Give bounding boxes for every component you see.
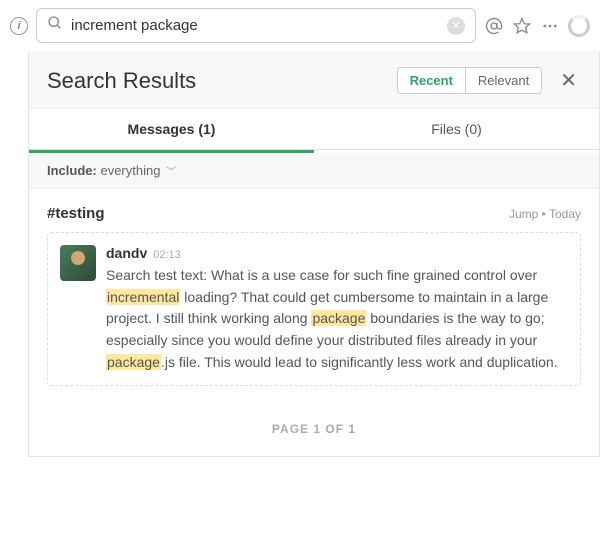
- filter-label: Include:: [47, 163, 97, 178]
- sort-relevant-button[interactable]: Relevant: [465, 68, 541, 93]
- highlight: package: [106, 354, 161, 370]
- sort-toggle: Recent Relevant: [397, 67, 543, 94]
- search-box: ✕: [36, 8, 476, 43]
- more-icon[interactable]: [540, 16, 560, 36]
- star-icon[interactable]: [512, 16, 532, 36]
- message-card[interactable]: dandv 02:13 Search test text: What is a …: [47, 232, 581, 386]
- channel-name[interactable]: #testing: [47, 205, 105, 222]
- info-icon[interactable]: i: [10, 17, 28, 35]
- tab-messages[interactable]: Messages (1): [29, 109, 314, 150]
- highlight: incremental: [106, 289, 180, 305]
- page-title: Search Results: [47, 68, 196, 94]
- sort-recent-button[interactable]: Recent: [398, 68, 465, 93]
- chevron-down-icon: ﹀: [166, 167, 176, 178]
- mentions-icon[interactable]: [484, 16, 504, 36]
- pagination: PAGE 1 OF 1: [29, 402, 599, 456]
- message-text: Search test text: What is a use case for…: [106, 265, 568, 373]
- result-meta: Jump • Today: [509, 207, 581, 221]
- message-username[interactable]: dandv: [106, 245, 147, 261]
- clear-search-icon[interactable]: ✕: [447, 17, 465, 35]
- jump-link[interactable]: Jump: [509, 207, 538, 221]
- filter-value: everything: [100, 163, 160, 178]
- loading-spinner: [568, 15, 590, 37]
- close-icon[interactable]: ✕: [556, 68, 581, 93]
- tab-files[interactable]: Files (0): [314, 109, 599, 150]
- result-date: Today: [549, 207, 581, 221]
- search-input[interactable]: [71, 17, 439, 34]
- avatar[interactable]: [60, 245, 96, 281]
- highlight: package: [311, 310, 366, 326]
- search-icon: [47, 15, 63, 36]
- search-results-panel: Search Results Recent Relevant ✕ Message…: [28, 51, 600, 457]
- filter-row[interactable]: Include: everything ﹀: [29, 153, 599, 189]
- message-time: 02:13: [153, 249, 181, 261]
